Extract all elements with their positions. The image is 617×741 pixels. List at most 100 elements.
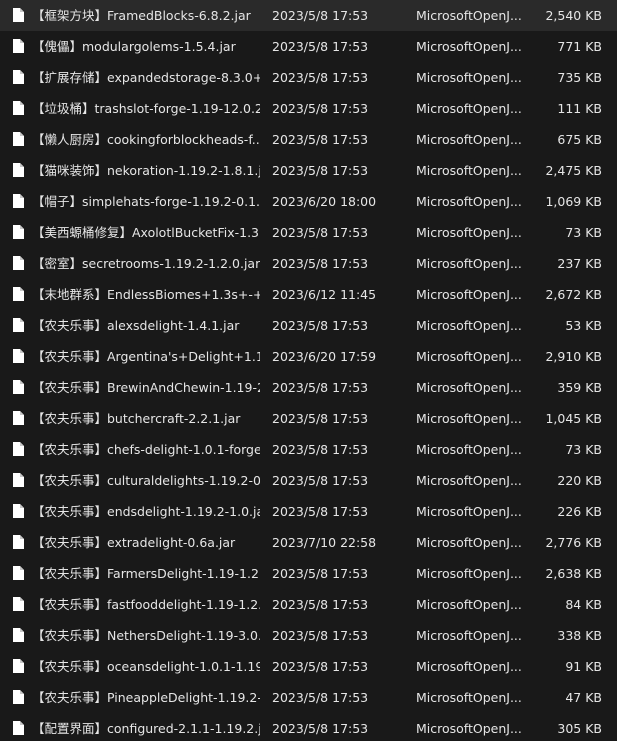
file-row[interactable]: 【垃圾桶】trashslot-forge-1.19-12.0.2... 2023/…	[0, 93, 617, 124]
file-icon	[13, 659, 24, 673]
file-name: 【农夫乐事】endsdelight-1.19.2-1.0.jar	[32, 504, 260, 519]
file-size: 359 KB	[557, 380, 602, 395]
file-icon	[13, 473, 24, 487]
file-type: MicrosoftOpenJ...	[416, 628, 521, 643]
file-icon	[13, 132, 24, 146]
file-type: MicrosoftOpenJ...	[416, 132, 521, 147]
file-row[interactable]: 【农夫乐事】oceansdelight-1.0.1-1.19.... 2023/5…	[0, 651, 617, 682]
file-row[interactable]: 【农夫乐事】endsdelight-1.19.2-1.0.jar 2023/5/8…	[0, 496, 617, 527]
file-name: 【农夫乐事】culturaldelights-1.19.2-0....	[32, 473, 260, 488]
file-type: MicrosoftOpenJ...	[416, 690, 521, 705]
file-row[interactable]: 【框架方块】FramedBlocks-6.8.2.jar 2023/5/8 17:…	[0, 0, 617, 31]
file-type: MicrosoftOpenJ...	[416, 442, 521, 457]
file-type: MicrosoftOpenJ...	[416, 411, 521, 426]
file-row[interactable]: 【农夫乐事】chefs-delight-1.0.1-forge... 2023/5…	[0, 434, 617, 465]
file-row[interactable]: 【美西螈桶修复】AxolotlBucketFix-1.3.... 2023/5/8…	[0, 217, 617, 248]
file-type: MicrosoftOpenJ...	[416, 256, 521, 271]
file-type: MicrosoftOpenJ...	[416, 101, 521, 116]
file-row[interactable]: 【农夫乐事】alexsdelight-1.4.1.jar 2023/5/8 17:…	[0, 310, 617, 341]
file-name: 【密室】secretrooms-1.19.2-1.2.0.jar	[32, 256, 260, 271]
file-icon	[13, 597, 24, 611]
file-date-modified: 2023/5/8 17:53	[272, 442, 369, 457]
file-icon	[13, 566, 24, 580]
file-date-modified: 2023/6/20 18:00	[272, 194, 377, 209]
file-row[interactable]: 【农夫乐事】FarmersDelight-1.19-1.2.... 2023/5/…	[0, 558, 617, 589]
file-size: 338 KB	[557, 628, 602, 643]
file-row[interactable]: 【末地群系】EndlessBiomes+1.3s+-+... 2023/6/12 …	[0, 279, 617, 310]
file-type: MicrosoftOpenJ...	[416, 318, 521, 333]
file-date-modified: 2023/5/8 17:53	[272, 101, 369, 116]
file-icon	[13, 411, 24, 425]
file-icon	[13, 256, 24, 270]
file-type: MicrosoftOpenJ...	[416, 39, 521, 54]
file-type: MicrosoftOpenJ...	[416, 70, 521, 85]
file-size: 2,475 KB	[545, 163, 602, 178]
file-row[interactable]: 【懒人厨房】cookingforblockheads-f... 2023/5/8 …	[0, 124, 617, 155]
file-date-modified: 2023/7/10 22:58	[272, 535, 377, 550]
file-date-modified: 2023/5/8 17:53	[272, 566, 369, 581]
file-date-modified: 2023/5/8 17:53	[272, 659, 369, 674]
file-size: 111 KB	[557, 101, 602, 116]
file-type: MicrosoftOpenJ...	[416, 473, 521, 488]
file-date-modified: 2023/6/20 17:59	[272, 349, 377, 364]
file-type: MicrosoftOpenJ...	[416, 721, 521, 736]
file-row[interactable]: 【密室】secretrooms-1.19.2-1.2.0.jar 2023/5/8…	[0, 248, 617, 279]
file-size: 84 KB	[565, 597, 602, 612]
file-row[interactable]: 【农夫乐事】Argentina's+Delight+1.1.... 2023/6/…	[0, 341, 617, 372]
file-icon	[13, 318, 24, 332]
file-name: 【农夫乐事】Argentina's+Delight+1.1....	[32, 349, 260, 364]
file-size: 237 KB	[557, 256, 602, 271]
file-icon	[13, 721, 24, 735]
file-date-modified: 2023/5/8 17:53	[272, 628, 369, 643]
file-row[interactable]: 【猫咪装饰】nekoration-1.19.2-1.8.1.jar 2023/5/…	[0, 155, 617, 186]
file-row[interactable]: 【农夫乐事】fastfooddelight-1.19-1.2.... 2023/5…	[0, 589, 617, 620]
file-type: MicrosoftOpenJ...	[416, 535, 521, 550]
file-date-modified: 2023/5/8 17:53	[272, 225, 369, 240]
file-date-modified: 2023/5/8 17:53	[272, 721, 369, 736]
file-name: 【帽子】simplehats-forge-1.19.2-0.1....	[32, 194, 260, 209]
file-row[interactable]: 【农夫乐事】PineappleDelight-1.19.2-... 2023/5/…	[0, 682, 617, 713]
file-type: MicrosoftOpenJ...	[416, 225, 521, 240]
file-icon	[13, 380, 24, 394]
file-name: 【农夫乐事】extradelight-0.6a.jar	[32, 535, 236, 550]
file-icon	[13, 287, 24, 301]
file-size: 2,776 KB	[545, 535, 602, 550]
file-date-modified: 2023/5/8 17:53	[272, 256, 369, 271]
file-row[interactable]: 【农夫乐事】butchercraft-2.2.1.jar 2023/5/8 17:…	[0, 403, 617, 434]
file-row[interactable]: 【农夫乐事】extradelight-0.6a.jar 2023/7/10 22:…	[0, 527, 617, 558]
file-name: 【垃圾桶】trashslot-forge-1.19-12.0.2...	[32, 101, 260, 116]
file-row[interactable]: 【扩展存储】expandedstorage-8.3.0+... 2023/5/8 …	[0, 62, 617, 93]
file-name: 【农夫乐事】NethersDelight-1.19-3.0.j...	[32, 628, 260, 643]
file-list: 【框架方块】FramedBlocks-6.8.2.jar 2023/5/8 17:…	[0, 0, 617, 741]
file-type: MicrosoftOpenJ...	[416, 659, 521, 674]
file-icon	[13, 163, 24, 177]
file-name: 【农夫乐事】BrewinAndChewin-1.19-2....	[32, 380, 260, 395]
file-size: 220 KB	[557, 473, 602, 488]
file-row[interactable]: 【帽子】simplehats-forge-1.19.2-0.1.... 2023/…	[0, 186, 617, 217]
file-date-modified: 2023/5/8 17:53	[272, 380, 369, 395]
file-date-modified: 2023/5/8 17:53	[272, 163, 369, 178]
file-icon	[13, 504, 24, 518]
file-size: 675 KB	[557, 132, 602, 147]
file-icon	[13, 442, 24, 456]
file-name: 【傀儡】modulargolems-1.5.4.jar	[32, 39, 236, 54]
file-name: 【农夫乐事】butchercraft-2.2.1.jar	[32, 411, 241, 426]
file-name: 【猫咪装饰】nekoration-1.19.2-1.8.1.jar	[32, 163, 260, 178]
file-size: 73 KB	[565, 225, 602, 240]
file-type: MicrosoftOpenJ...	[416, 566, 521, 581]
file-date-modified: 2023/5/8 17:53	[272, 473, 369, 488]
file-size: 2,910 KB	[545, 349, 602, 364]
file-row[interactable]: 【农夫乐事】BrewinAndChewin-1.19-2.... 2023/5/8…	[0, 372, 617, 403]
file-size: 91 KB	[565, 659, 602, 674]
file-row[interactable]: 【农夫乐事】NethersDelight-1.19-3.0.j... 2023/5…	[0, 620, 617, 651]
file-name: 【扩展存储】expandedstorage-8.3.0+...	[32, 70, 260, 85]
file-size: 73 KB	[565, 442, 602, 457]
file-row[interactable]: 【农夫乐事】culturaldelights-1.19.2-0.... 2023/…	[0, 465, 617, 496]
file-row[interactable]: 【傀儡】modulargolems-1.5.4.jar 2023/5/8 17:5…	[0, 31, 617, 62]
file-row[interactable]: 【配置界面】configured-2.1.1-1.19.2.jar 2023/5/…	[0, 713, 617, 741]
file-icon	[13, 39, 24, 53]
file-type: MicrosoftOpenJ...	[416, 349, 521, 364]
file-icon	[13, 225, 24, 239]
file-icon	[13, 70, 24, 84]
file-icon	[13, 194, 24, 208]
